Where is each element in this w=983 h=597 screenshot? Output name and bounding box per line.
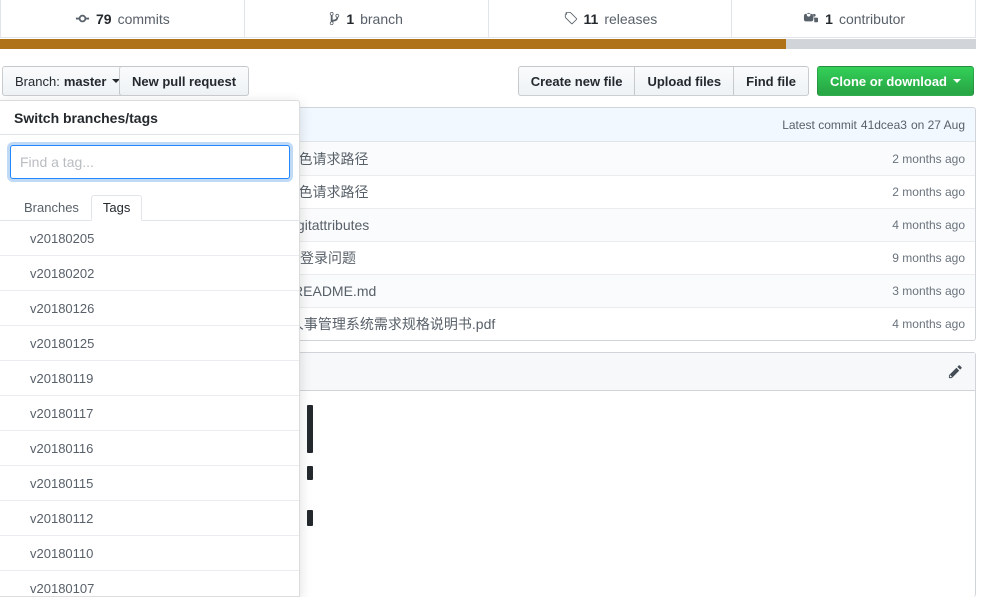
people-icon [802,11,819,26]
tag-item[interactable]: v20180125 [0,326,299,361]
stat-branches-label: branch [360,10,403,27]
stat-commits-count: 79 [96,10,112,27]
stat-contributors-count: 1 [825,10,833,27]
tag-item[interactable]: v20180205 [0,221,299,256]
tag-item[interactable]: v20180126 [0,291,299,326]
chevron-down-icon [953,79,961,83]
stat-commits[interactable]: 79 commits [1,0,245,37]
tag-search-input[interactable] [10,145,290,179]
tab-tags[interactable]: Tags [90,195,143,221]
stat-branches-count: 1 [346,10,355,27]
commit-age: 4 months ago [892,317,965,331]
repository-page: 79 commits 1 branch 11 releases 1 contri… [0,0,983,597]
toolbar-right-group: Create new file Upload files Find file C… [517,66,974,96]
upload-files-button[interactable]: Upload files [634,66,735,96]
tag-item[interactable]: v20180112 [0,501,299,536]
tag-icon [563,11,578,26]
tag-item[interactable]: v20180110 [0,536,299,571]
readme-text-fragment [307,510,313,526]
stat-releases[interactable]: 11 releases [489,0,733,37]
branch-selector-button[interactable]: Branch: master [2,66,134,96]
commit-age: 2 months ago [892,185,965,199]
readme-text-fragment [307,466,313,480]
commit-age: 4 months ago [892,218,965,232]
tag-item[interactable]: v20180116 [0,431,299,466]
tag-item[interactable]: v20180117 [0,396,299,431]
clone-or-download-label: Clone or download [830,73,947,89]
pencil-icon[interactable] [948,364,963,379]
tag-item[interactable]: v20180115 [0,466,299,501]
branch-name: master [63,73,107,89]
repository-stats-bar: 79 commits 1 branch 11 releases 1 contri… [0,0,976,38]
branch-prefix: Branch: [15,73,60,89]
repository-toolbar: Branch: master New pull request Create n… [0,66,976,98]
latest-commit-date: on 27 Aug [910,117,965,132]
stat-contributors-label: contributor [838,10,906,27]
tag-item[interactable]: v20180202 [0,256,299,291]
language-bar [0,39,976,49]
latest-commit-prefix: Latest commit [782,117,857,132]
latest-commit-sha[interactable]: 41dcea3 [861,118,907,132]
commit-age: 9 months ago [892,251,965,265]
git-branch-icon [329,11,340,26]
tag-item[interactable]: v20180107 [0,571,299,596]
dropdown-title: Switch branches/tags [0,101,299,135]
dropdown-tabs: Branches Tags [0,191,299,221]
stat-commits-label: commits [117,10,170,27]
branch-tag-dropdown: Switch branches/tags Branches Tags v2018… [0,100,300,597]
language-segment-java[interactable] [0,39,786,49]
commit-age: 2 months ago [892,151,965,166]
stat-releases-count: 11 [583,10,599,27]
stat-branches[interactable]: 1 branch [245,0,489,37]
file-actions-group: Create new file Upload files Find file [517,66,809,96]
create-new-file-button[interactable]: Create new file [517,66,636,96]
new-pull-request-button[interactable]: New pull request [119,66,250,96]
dropdown-search-wrap [0,135,299,179]
find-file-button[interactable]: Find file [733,66,809,96]
tag-item[interactable]: v20180119 [0,361,299,396]
git-commit-icon [75,11,90,26]
readme-text-fragment [307,405,313,453]
commit-age: 3 months ago [892,284,965,298]
stat-contributors[interactable]: 1 contributor [732,0,975,37]
tab-branches[interactable]: Branches [12,195,91,221]
tag-list: v20180205 v20180202 v20180126 v20180125 v201… [0,221,299,596]
clone-or-download-button[interactable]: Clone or download [817,66,974,96]
stat-releases-label: releases [604,10,658,27]
